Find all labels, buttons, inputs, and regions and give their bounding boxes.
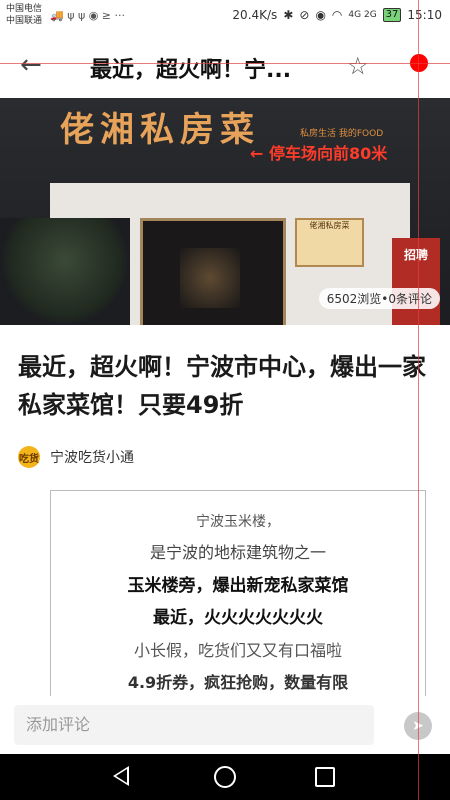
battery-icon: 37 (382, 8, 402, 22)
article-headline: 最近，超火啊！宁波市中心，爆出一家私家菜馆！只要49折 (18, 353, 426, 419)
carrier-info: 中国电信 中国联通 (6, 3, 42, 27)
bluetooth-icon: ✱ (283, 8, 294, 22)
view-count-badge: 6502浏览•0条评论 (318, 288, 440, 309)
door-light (180, 248, 240, 308)
restaurant-sign: 佬湘私房菜 (60, 110, 260, 150)
nav-recent-icon[interactable] (315, 767, 335, 787)
avatar[interactable]: 吃货 (18, 446, 40, 468)
comment-input[interactable]: 添加评论 (14, 705, 374, 745)
page-title: 最近，超火啊！宁... (90, 58, 292, 83)
eye-icon: ◉ (315, 8, 326, 22)
top-bar: ← 最近，超火啊！宁... ☆ (0, 34, 450, 98)
content-line: 最近，火火火火火火火 (153, 608, 323, 628)
clock: 15:10 (407, 8, 442, 22)
carrier-1: 中国电信 (6, 4, 43, 14)
author-name[interactable]: 宁波吃货小通 (50, 447, 134, 467)
status-right: 20.4K/s ✱ ⊘ ◉ ◠ 4G 2G 37 15:10 (232, 8, 442, 22)
star-outline-icon[interactable]: ☆ (347, 52, 369, 80)
mute-icon: ⊘ (299, 8, 310, 22)
sign-subtitle: 私房生活 我的FOOD (300, 129, 384, 139)
guide-line-horizontal (0, 63, 450, 64)
network-speed: 20.4K/s (232, 8, 278, 22)
content-line: 4.9折券，疯狂抢购，数量有限 (127, 673, 349, 692)
menu-board: 佬湘私房菜 (295, 218, 364, 267)
wifi-icon: ◠ (331, 8, 343, 22)
guide-line-vertical (418, 0, 419, 800)
parking-sign: ← 停车场向前80米 (250, 144, 388, 163)
recruit-sign: 招聘 (392, 238, 440, 325)
hero-image: 佬湘私房菜 私房生活 我的FOOD ← 停车场向前80米 佬湘私房菜 招聘 65… (0, 98, 450, 325)
article-content-card: 宁波玉米楼， 是宁波的地标建筑物之一 玉米楼旁，爆出新宠私家菜馆 最近，火火火火… (50, 490, 426, 696)
comment-bar: 添加评论 ➤ (0, 700, 450, 754)
signal-text: 4G 2G (348, 10, 377, 20)
content-line: 宁波玉米楼， (196, 514, 280, 530)
arrow-left-icon[interactable]: ← (20, 52, 42, 78)
carrier-2: 中国联通 (6, 16, 43, 26)
notification-icons: 🚚 ψ ψ ◉ ≥ ··· (50, 9, 125, 22)
nav-home-icon[interactable] (214, 766, 236, 788)
status-bar: 中国电信 中国联通 🚚 ψ ψ ◉ ≥ ··· 20.4K/s ✱ ⊘ ◉ ◠ … (0, 0, 450, 34)
author-row[interactable]: 吃货 宁波吃货小通 (18, 446, 134, 468)
nav-back-icon[interactable] (113, 766, 129, 786)
content-line: 小长假，吃货们又又有口福啦 (133, 641, 342, 660)
system-nav-bar (0, 754, 450, 800)
content-line: 玉米楼旁，爆出新宠私家菜馆 (127, 576, 349, 596)
tree (0, 218, 130, 325)
content-line: 是宁波的地标建筑物之一 (149, 543, 326, 562)
